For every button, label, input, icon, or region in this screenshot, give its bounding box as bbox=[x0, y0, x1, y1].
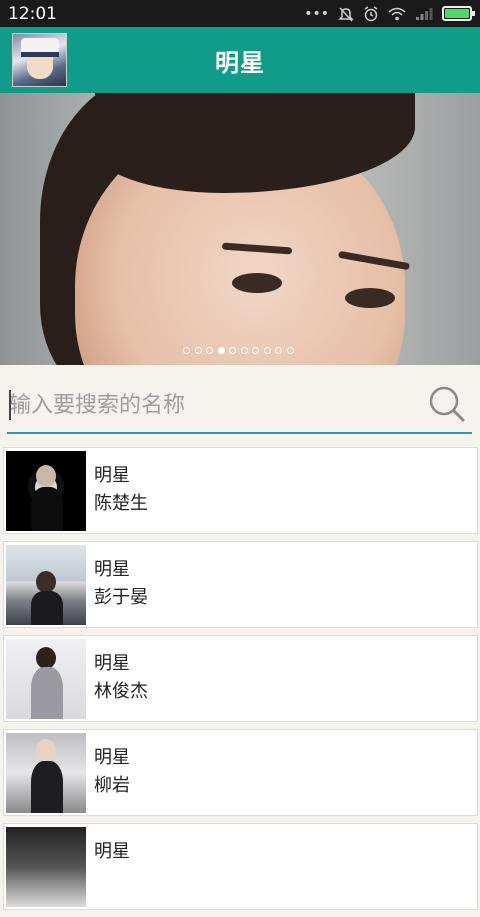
list-item[interactable]: 明星 彭于晏 bbox=[3, 541, 478, 628]
status-bar: 12:01 ••• bbox=[0, 0, 480, 27]
more-dots-icon: ••• bbox=[304, 5, 329, 22]
carousel-dot[interactable] bbox=[263, 347, 271, 354]
thumbnail-image bbox=[6, 827, 86, 907]
carousel-dot[interactable] bbox=[206, 347, 213, 354]
search-icon[interactable] bbox=[427, 384, 467, 424]
page-title: 明星 bbox=[215, 48, 265, 77]
celebrity-list: 明星 陈楚生 明星 彭于晏 明星 林俊杰 明星 柳岩 明星 bbox=[3, 447, 478, 917]
item-category: 明星 bbox=[94, 465, 130, 486]
user-avatar[interactable] bbox=[12, 33, 67, 87]
carousel-dot[interactable] bbox=[286, 347, 294, 354]
thumbnail-image bbox=[6, 451, 86, 531]
thumbnail-image bbox=[6, 545, 86, 625]
carousel-dot[interactable] bbox=[217, 347, 225, 354]
wifi-icon bbox=[388, 7, 406, 20]
item-name: 林俊杰 bbox=[94, 681, 148, 702]
status-time: 12:01 bbox=[8, 3, 57, 24]
carousel-indicator bbox=[183, 347, 294, 357]
carousel-dot[interactable] bbox=[252, 347, 259, 354]
item-category: 明星 bbox=[94, 559, 130, 580]
alarm-icon bbox=[364, 5, 378, 21]
item-name: 陈楚生 bbox=[94, 493, 148, 514]
carousel-dot[interactable] bbox=[229, 347, 236, 354]
item-category: 明星 bbox=[94, 841, 130, 862]
carousel-dot[interactable] bbox=[183, 347, 190, 354]
mute-icon bbox=[338, 6, 354, 22]
search-input[interactable] bbox=[7, 384, 422, 426]
battery-icon bbox=[442, 6, 475, 21]
list-item[interactable]: 明星 陈楚生 bbox=[3, 447, 478, 534]
list-item[interactable]: 明星 bbox=[3, 823, 478, 910]
list-item[interactable]: 明星 林俊杰 bbox=[3, 635, 478, 722]
text-caret bbox=[9, 390, 11, 420]
carousel-dot[interactable] bbox=[240, 347, 248, 354]
item-name: 柳岩 bbox=[94, 775, 130, 796]
item-category: 明星 bbox=[94, 747, 130, 768]
list-item[interactable]: 明星 柳岩 bbox=[3, 729, 478, 816]
signal-icon bbox=[416, 7, 433, 20]
status-icons: ••• bbox=[304, 5, 475, 22]
search-bar bbox=[7, 378, 472, 434]
carousel-dot[interactable] bbox=[275, 347, 282, 354]
banner-carousel[interactable] bbox=[0, 93, 480, 365]
item-category: 明星 bbox=[94, 653, 130, 674]
item-name: 彭于晏 bbox=[94, 587, 148, 608]
thumbnail-image bbox=[6, 639, 86, 719]
app-bar: 明星 bbox=[0, 27, 480, 93]
thumbnail-image bbox=[6, 733, 86, 813]
carousel-dot[interactable] bbox=[194, 347, 202, 354]
